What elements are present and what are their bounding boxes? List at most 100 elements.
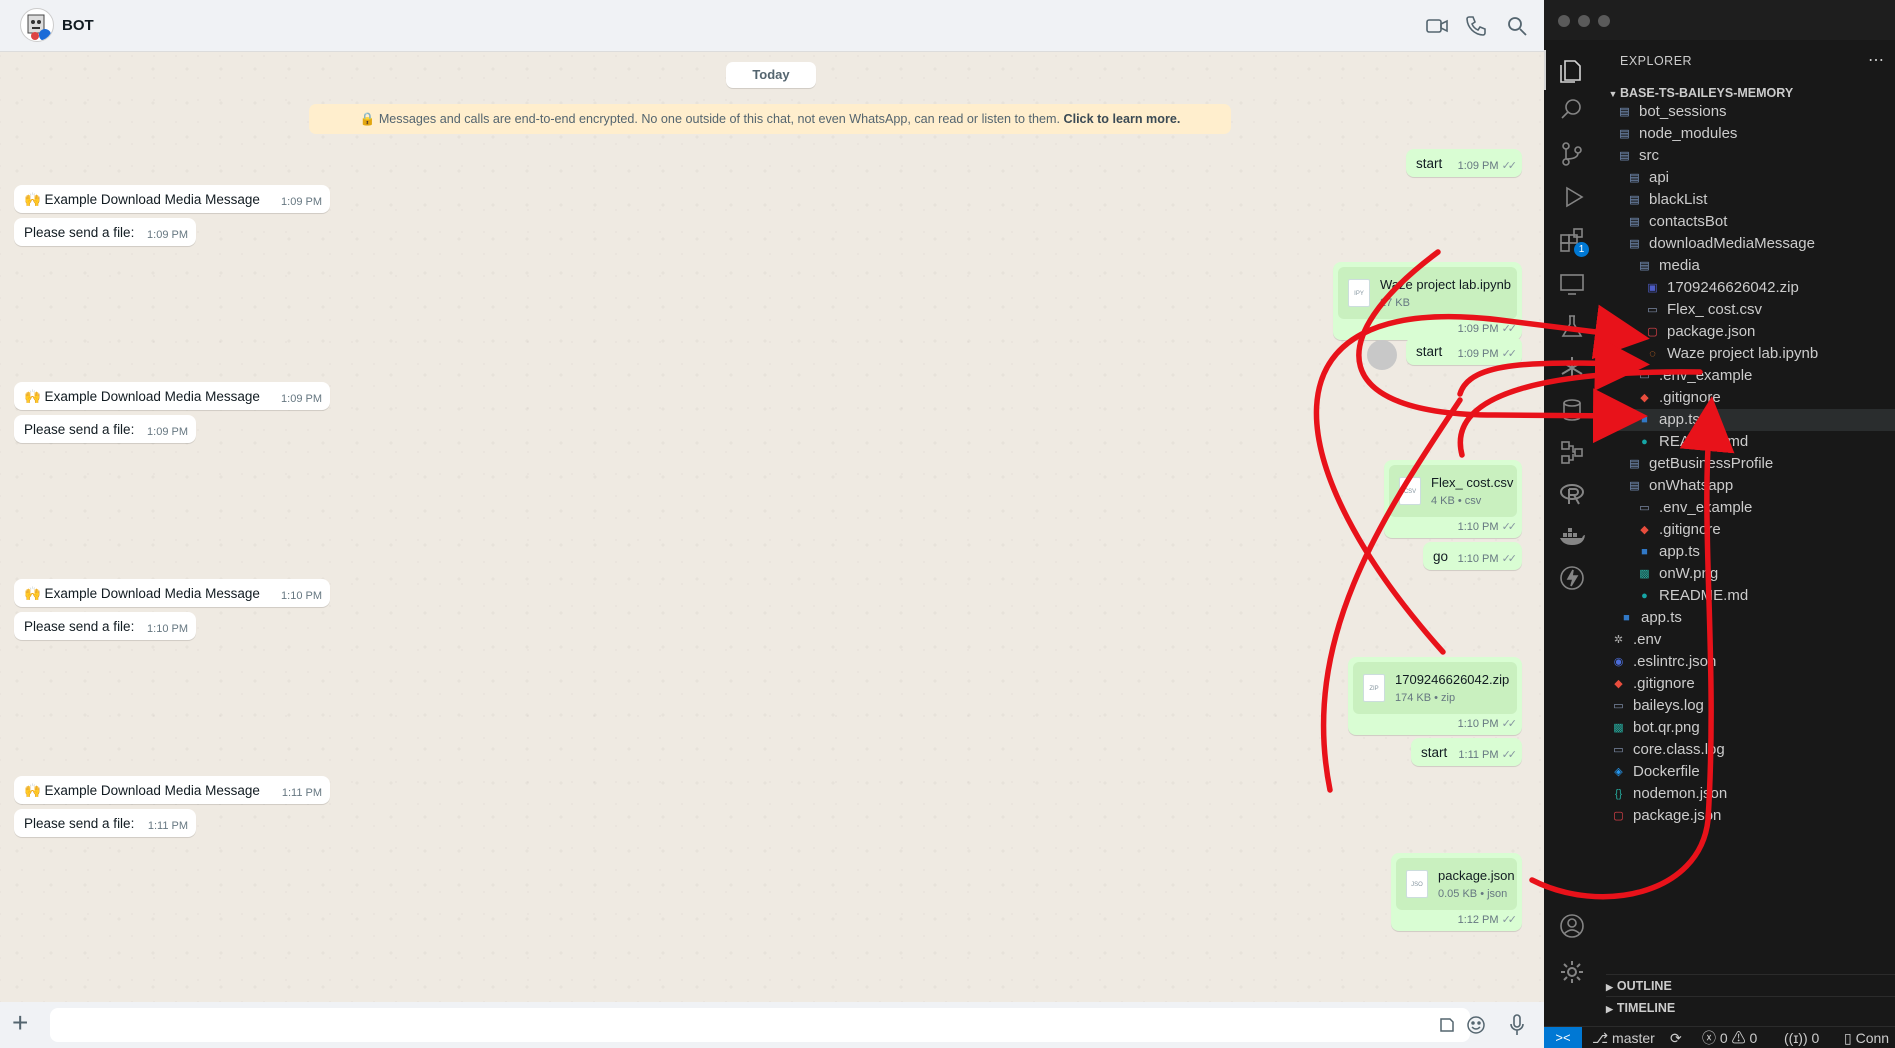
tree-item[interactable]: ▩ bot.qr.png xyxy=(1600,717,1895,739)
file-attachment[interactable]: JSO package.json 0.05 KB • json xyxy=(1396,858,1517,910)
problems-indicator[interactable]: ⓧ 0 ⚠ 0 xyxy=(1702,1027,1757,1048)
source-control-icon[interactable] xyxy=(1558,140,1586,168)
remote-explorer-icon[interactable] xyxy=(1558,270,1586,298)
tree-item[interactable]: ▤ onWhatsapp xyxy=(1600,475,1895,497)
tree-item[interactable]: ■ app.ts xyxy=(1600,541,1895,563)
emoji-icon[interactable] xyxy=(1466,1015,1486,1040)
tree-item[interactable]: ▤ api xyxy=(1600,167,1895,189)
outgoing-file-message[interactable]: ZIP 1709246626042.zip 174 KB • zip 1:10 … xyxy=(1348,657,1522,735)
docker-icon[interactable] xyxy=(1558,522,1586,550)
outgoing-message[interactable]: start 1:09 PM ✓✓ xyxy=(1406,149,1522,177)
database-icon[interactable] xyxy=(1558,396,1586,424)
tree-item[interactable]: ▢ package.json xyxy=(1600,321,1895,343)
search-icon[interactable] xyxy=(1558,96,1586,124)
tree-item[interactable]: ◌ Waze project lab.ipynb xyxy=(1600,343,1895,365)
phone-call-icon[interactable] xyxy=(1464,14,1488,38)
extensions-icon[interactable]: 1 xyxy=(1558,226,1589,257)
chat-area[interactable]: Today 🔒 Messages and calls are end-to-en… xyxy=(0,52,1544,1002)
minimize-window-button[interactable] xyxy=(1578,15,1590,27)
incoming-message[interactable]: Please send a file: 1:09 PM xyxy=(14,415,196,443)
outline-section[interactable]: ▶ OUTLINE xyxy=(1606,974,1895,996)
tree-item[interactable]: ▤ getBusinessProfile xyxy=(1600,453,1895,475)
tree-item[interactable]: ■ app.ts xyxy=(1600,409,1895,431)
timeline-section[interactable]: ▶ TIMELINE xyxy=(1606,996,1895,1018)
tree-item[interactable]: ▤ src xyxy=(1600,145,1895,167)
more-actions-icon[interactable]: ⋯ xyxy=(1868,50,1884,70)
video-call-icon[interactable] xyxy=(1425,14,1449,38)
jupyter-icon: ◌ xyxy=(1649,348,1656,360)
forward-button[interactable] xyxy=(1367,340,1397,370)
incoming-message[interactable]: Please send a file: 1:11 PM xyxy=(14,809,196,837)
outgoing-file-message[interactable]: IPY Waze project lab.ipynb 27 KB 1:09 PM… xyxy=(1333,262,1522,340)
title-bar[interactable] xyxy=(1544,0,1895,40)
tree-item[interactable]: ▤ media xyxy=(1600,255,1895,277)
file-attachment[interactable]: CSV Flex_ cost.csv 4 KB • csv xyxy=(1389,465,1517,517)
r-language-icon[interactable] xyxy=(1558,480,1586,508)
file-icon: ▭ xyxy=(1613,744,1624,756)
microphone-icon[interactable] xyxy=(1508,1014,1526,1041)
remote-indicator-icon[interactable]: >< xyxy=(1544,1027,1582,1048)
tree-item[interactable]: ● README.md xyxy=(1600,585,1895,607)
folder-icon: ▤ xyxy=(1629,194,1640,206)
incoming-message[interactable]: Please send a file: 1:09 PM xyxy=(14,218,196,246)
tree-item[interactable]: ▭ baileys.log xyxy=(1600,695,1895,717)
outgoing-message[interactable]: start 1:09 PM ✓✓ xyxy=(1406,337,1522,365)
git-graph-icon[interactable] xyxy=(1558,438,1586,466)
tree-item[interactable]: ◈ Dockerfile xyxy=(1600,761,1895,783)
tree-item[interactable]: {} nodemon.json xyxy=(1600,783,1895,805)
tree-item[interactable]: ▤ bot_sessions xyxy=(1600,101,1895,123)
thunder-client-icon[interactable] xyxy=(1558,564,1586,592)
tree-item[interactable]: ▭ core.class.log xyxy=(1600,739,1895,761)
tree-item[interactable]: ▤ downloadMediaMessage xyxy=(1600,233,1895,255)
file-attachment[interactable]: IPY Waze project lab.ipynb 27 KB xyxy=(1338,267,1517,319)
sticker-icon[interactable] xyxy=(1438,1016,1456,1039)
tree-item[interactable]: ◆ .gitignore xyxy=(1600,673,1895,695)
tree-item[interactable]: ▭ .env_example xyxy=(1600,497,1895,519)
settings-gear-icon[interactable] xyxy=(1558,958,1586,986)
attach-plus-icon[interactable]: + xyxy=(12,1009,38,1037)
tree-item[interactable]: ✲ .env xyxy=(1600,629,1895,651)
tree-item[interactable]: ◆ .gitignore xyxy=(1600,387,1895,409)
tree-item[interactable]: ■ app.ts xyxy=(1600,607,1895,629)
chat-header[interactable]: BOT xyxy=(0,0,1544,52)
incoming-message[interactable]: Please send a file: 1:10 PM xyxy=(14,612,196,640)
tree-item[interactable]: ▤ node_modules xyxy=(1600,123,1895,145)
tree-item[interactable]: ▭ Flex_ cost.csv xyxy=(1600,299,1895,321)
outgoing-message[interactable]: start 1:11 PM ✓✓ xyxy=(1411,738,1522,766)
learn-more-link[interactable]: Click to learn more. xyxy=(1063,112,1180,126)
tree-item[interactable]: ▤ blackList xyxy=(1600,189,1895,211)
explorer-icon[interactable] xyxy=(1558,56,1586,84)
sync-icon[interactable]: ⟳ xyxy=(1670,1027,1682,1048)
contact-avatar[interactable] xyxy=(20,8,54,42)
encryption-notice[interactable]: 🔒 Messages and calls are end-to-end encr… xyxy=(309,104,1231,134)
tree-item[interactable]: ● README.md xyxy=(1600,431,1895,453)
tree-item[interactable]: ◉ .eslintrc.json xyxy=(1600,651,1895,673)
incoming-message[interactable]: 🙌 Example Download Media Message 1:11 PM xyxy=(14,776,330,804)
folder-icon: ▤ xyxy=(1629,480,1640,492)
incoming-message[interactable]: 🙌 Example Download Media Message 1:09 PM xyxy=(14,382,330,410)
outgoing-file-message[interactable]: JSO package.json 0.05 KB • json 1:12 PM ✓… xyxy=(1391,853,1522,931)
connection-indicator[interactable]: ▯ Conn xyxy=(1844,1027,1889,1048)
run-debug-icon[interactable] xyxy=(1558,183,1586,211)
tree-item[interactable]: ▢ package.json xyxy=(1600,805,1895,827)
message-input[interactable] xyxy=(50,1008,1470,1042)
branch-indicator[interactable]: ⎇ master xyxy=(1592,1027,1655,1048)
incoming-message[interactable]: 🙌 Example Download Media Message 1:09 PM xyxy=(14,185,330,213)
search-icon[interactable] xyxy=(1505,14,1529,38)
ports-indicator[interactable]: ((ɪ)) 0 xyxy=(1784,1027,1819,1048)
incoming-message[interactable]: 🙌 Example Download Media Message 1:10 PM xyxy=(14,579,330,607)
tree-item[interactable]: ◆ .gitignore xyxy=(1600,519,1895,541)
outgoing-file-message[interactable]: CSV Flex_ cost.csv 4 KB • csv 1:10 PM ✓✓ xyxy=(1384,460,1522,538)
snowflake-icon[interactable] xyxy=(1558,354,1586,382)
close-window-button[interactable] xyxy=(1558,15,1570,27)
tree-item[interactable]: ▩ onW.png xyxy=(1600,563,1895,585)
account-icon[interactable] xyxy=(1558,912,1586,940)
testing-flask-icon[interactable] xyxy=(1558,312,1586,340)
tree-item[interactable]: ▭ .env_example xyxy=(1600,365,1895,387)
file-attachment[interactable]: ZIP 1709246626042.zip 174 KB • zip xyxy=(1353,662,1517,714)
tree-item[interactable]: ▤ contactsBot xyxy=(1600,211,1895,233)
contact-name[interactable]: BOT xyxy=(62,17,94,34)
outgoing-message[interactable]: go 1:10 PM ✓✓ xyxy=(1423,542,1522,570)
maximize-window-button[interactable] xyxy=(1598,15,1610,27)
tree-item[interactable]: ▣ 1709246626042.zip xyxy=(1600,277,1895,299)
